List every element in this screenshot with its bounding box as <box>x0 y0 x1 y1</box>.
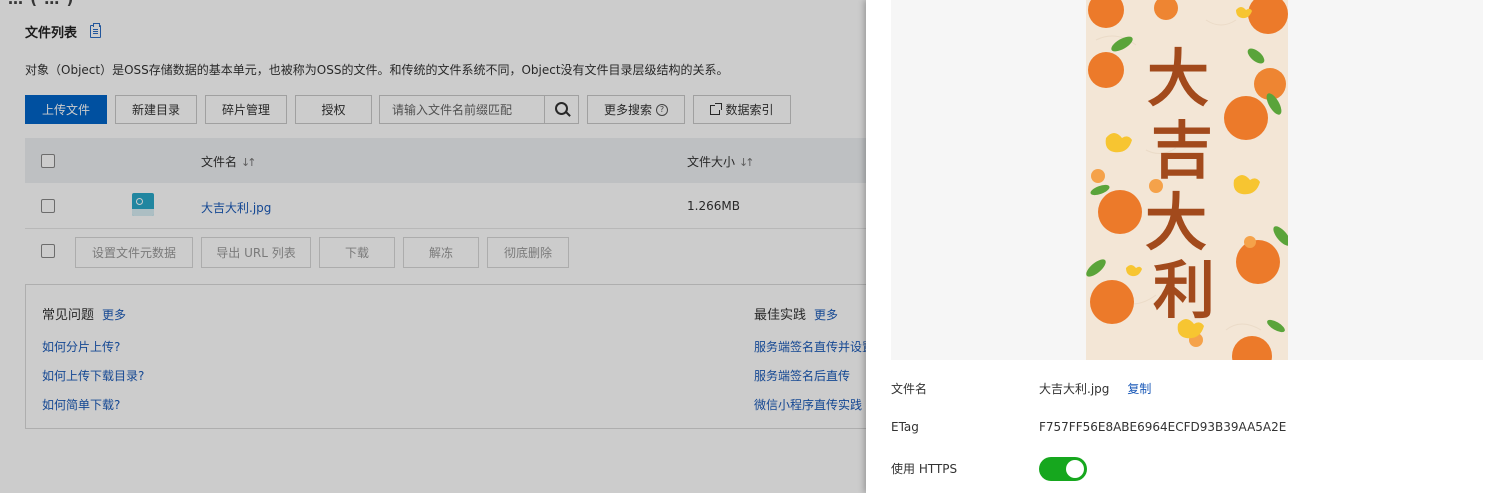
filename-label: 文件名 <box>891 382 928 396</box>
best-practice-more-link[interactable]: 更多 <box>814 308 838 322</box>
etag-label: ETag <box>891 420 919 434</box>
poster-image: 大 吉 大 利 <box>1086 0 1288 360</box>
fragment-management-button[interactable]: 碎片管理 <box>205 95 287 124</box>
faq-link[interactable]: 如何简单下载? <box>42 396 120 413</box>
sort-icon[interactable]: ↓↑ <box>739 156 755 169</box>
file-name-link[interactable]: 大吉大利.jpg <box>201 199 271 216</box>
delete-permanently-button[interactable]: 彻底删除 <box>487 237 569 268</box>
bulk-actions-bar: 设置文件元数据 导出 URL 列表 下载 解冻 彻底删除 <box>25 228 866 276</box>
poster-char: 大 <box>1145 186 1207 259</box>
more-search-button[interactable]: 更多搜索 ? <box>587 95 685 124</box>
toggle-knob <box>1066 460 1084 478</box>
help-icon: ? <box>656 103 668 116</box>
data-index-label: 数据索引 <box>725 103 774 117</box>
copy-link[interactable]: 复制 <box>1127 382 1151 396</box>
clipboard-icon[interactable] <box>90 23 101 38</box>
faq-heading: 常见问题 更多 <box>42 308 127 323</box>
search-input[interactable] <box>380 96 546 123</box>
best-practice-heading: 最佳实践 更多 <box>754 308 839 323</box>
image-preview: 大 吉 大 利 <box>891 0 1483 360</box>
select-all-checkbox[interactable] <box>41 154 55 168</box>
data-index-button[interactable]: 数据索引 <box>693 95 791 124</box>
unfreeze-button[interactable]: 解冻 <box>403 237 479 268</box>
faq-link[interactable]: 如何分片上传? <box>42 338 120 355</box>
export-url-button[interactable]: 导出 URL 列表 <box>201 237 311 268</box>
new-directory-button[interactable]: 新建目录 <box>115 95 197 124</box>
column-header-name[interactable]: 文件名 ↓↑ <box>201 153 257 170</box>
faq-more-link[interactable]: 更多 <box>102 308 126 322</box>
search-button[interactable] <box>544 96 578 123</box>
file-size: 1.266MB <box>687 199 740 213</box>
poster-char: 吉 <box>1151 114 1213 187</box>
authorize-button[interactable]: 授权 <box>295 95 372 124</box>
external-link-icon <box>710 102 723 115</box>
section-title: 文件列表 <box>25 26 78 41</box>
help-panel: 常见问题 更多 如何分片上传? 如何上传下载目录? 如何简单下载? 最佳实践 更多 … <box>25 284 866 429</box>
file-detail-drawer: 大 吉 大 利 文件名 大吉大利.jpg 复制 ETag F757FF56E8AB… <box>866 0 1489 493</box>
bulk-select-checkbox[interactable] <box>41 244 55 258</box>
table-row: 大吉大利.jpg 1.266MB <box>25 183 866 229</box>
table-header: 文件名 ↓↑ 文件大小 ↓↑ <box>25 138 866 183</box>
poster-char: 大 <box>1147 42 1209 115</box>
etag-value: F757FF56E8ABE6964ECFD93B39AA5A2E <box>1039 420 1287 434</box>
clipped-page-title: … ( … ) <box>8 0 74 8</box>
best-practice-link[interactable]: 服务端签名直传并设置 <box>754 338 866 355</box>
filename-value: 大吉大利.jpg 复制 <box>1039 382 1152 396</box>
file-list-panel: … ( … ) 文件列表 对象（Object）是OSS存储数据的基本单元，也被称… <box>0 0 866 493</box>
description-text: 对象（Object）是OSS存储数据的基本单元，也被称为OSS的文件。和传统的文… <box>25 63 729 77</box>
upload-button[interactable]: 上传文件 <box>25 95 107 124</box>
poster-char: 利 <box>1153 254 1215 327</box>
faq-link[interactable]: 如何上传下载目录? <box>42 367 144 384</box>
search-box <box>379 95 579 124</box>
download-button[interactable]: 下载 <box>319 237 395 268</box>
https-label: 使用 HTTPS <box>891 462 958 476</box>
best-practice-link[interactable]: 微信小程序直传实践 <box>754 396 862 413</box>
row-checkbox[interactable] <box>41 199 55 213</box>
https-toggle[interactable] <box>1039 457 1087 481</box>
set-metadata-button[interactable]: 设置文件元数据 <box>75 237 193 268</box>
column-header-size[interactable]: 文件大小 ↓↑ <box>687 153 755 170</box>
image-file-icon <box>132 193 154 216</box>
more-search-label: 更多搜索 <box>603 103 652 117</box>
best-practice-link[interactable]: 服务端签名后直传 <box>754 367 850 384</box>
sort-icon[interactable]: ↓↑ <box>241 156 257 169</box>
